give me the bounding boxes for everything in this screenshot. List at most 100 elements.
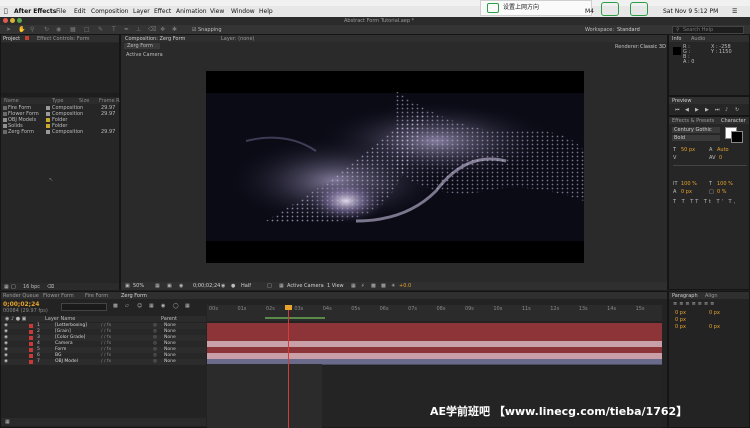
search-help-input[interactable]: ⚲ Search Help: [672, 26, 744, 34]
list-item[interactable]: Zerg Form Composition 29.97: [1, 129, 119, 135]
pen-tool-icon[interactable]: ✎: [98, 26, 103, 33]
brush-tool-icon[interactable]: ✒: [124, 26, 129, 33]
prev-frame-icon[interactable]: ◀: [685, 107, 689, 113]
tab-preview[interactable]: Preview: [672, 98, 691, 104]
horizontal-scale-value[interactable]: 100 %: [717, 181, 733, 187]
pick-whip-icon[interactable]: ◎: [153, 359, 157, 365]
type-tool-icon[interactable]: T: [112, 26, 116, 33]
eraser-tool-icon[interactable]: ⌫: [148, 26, 156, 33]
menu-layer[interactable]: Layer: [133, 8, 150, 15]
comp-viewer[interactable]: [206, 71, 584, 263]
label-color-swatch[interactable]: [29, 324, 33, 328]
tab-audio[interactable]: Audio: [691, 36, 705, 42]
frame-blending-icon[interactable]: ▦: [149, 303, 154, 309]
selection-tool-icon[interactable]: ➤: [6, 26, 11, 33]
indent-left-value[interactable]: 0 px: [675, 310, 686, 316]
exposure-icon[interactable]: ☀: [391, 283, 395, 289]
tab-layer[interactable]: Layer: (none): [221, 36, 255, 42]
menu-edit[interactable]: Edit: [74, 8, 86, 15]
tab-project[interactable]: Project: [3, 36, 20, 42]
label-swatch[interactable]: [46, 130, 50, 134]
close-tab-icon[interactable]: [25, 36, 29, 40]
tab-info[interactable]: Info: [672, 36, 681, 42]
last-frame-icon[interactable]: ⏭: [715, 107, 720, 113]
menu-animation[interactable]: Animation: [176, 8, 207, 15]
menu-app-name[interactable]: After Effects: [14, 8, 56, 15]
faux-styles-row[interactable]: T T TT Tt T' T,: [673, 199, 737, 205]
channel-icon[interactable]: ●: [231, 283, 235, 289]
label-swatch[interactable]: [46, 118, 50, 122]
resolution-select[interactable]: Half: [241, 283, 251, 289]
leading-value[interactable]: Auto: [717, 147, 729, 153]
tracking-value[interactable]: 0: [719, 155, 722, 161]
label-color-swatch[interactable]: [29, 336, 33, 340]
new-folder-icon[interactable]: □: [11, 284, 16, 290]
grid-icon[interactable]: ▣: [167, 283, 172, 289]
playhead-handle-icon[interactable]: [285, 305, 292, 310]
label-swatch[interactable]: [46, 112, 50, 116]
layer-switches-icon[interactable]: ∕ ∕ fx: [101, 359, 111, 365]
baseline-value[interactable]: 0 px: [681, 189, 692, 195]
interpret-footage-icon[interactable]: ▦: [4, 284, 9, 290]
camera-tool-icon[interactable]: ◉: [56, 26, 61, 33]
menu-window[interactable]: Window: [231, 8, 255, 15]
view-select[interactable]: Active Camera: [287, 283, 324, 289]
layer-name[interactable]: OBJ Model: [55, 359, 78, 365]
motion-blur-icon[interactable]: ◉: [161, 303, 165, 309]
tab-render-queue[interactable]: Render Queue: [3, 293, 39, 299]
tab-effects-presets[interactable]: Effects & Presets: [672, 118, 714, 124]
loop-icon[interactable]: ↻: [735, 107, 739, 113]
menu-file[interactable]: File: [56, 8, 66, 15]
tab-composition[interactable]: Composition: Zerg Form: [125, 36, 185, 42]
graph-editor-icon[interactable]: ▦: [185, 303, 190, 309]
transparency-grid-icon[interactable]: ▦: [279, 283, 284, 289]
tab-character[interactable]: Character: [721, 118, 746, 124]
playhead[interactable]: [285, 305, 292, 428]
pan-tool-icon[interactable]: ▦: [70, 26, 76, 33]
tab-zerg-form[interactable]: Zerg Form: [121, 293, 147, 299]
table-row[interactable]: ◉ 7 OBJ Model ∕ ∕ fx ◎ None: [1, 359, 206, 365]
draft-3d-icon[interactable]: ▱: [125, 303, 129, 309]
tab-effect-controls[interactable]: Effect Controls: Form: [37, 36, 90, 42]
visibility-eye-icon[interactable]: ◉: [4, 359, 8, 365]
show-snapshot-icon[interactable]: ◉: [221, 283, 225, 289]
next-frame-icon[interactable]: ▶: [705, 107, 709, 113]
menu-composition[interactable]: Composition: [91, 8, 128, 15]
hand-tool-icon[interactable]: ✋: [18, 26, 25, 33]
font-size-value[interactable]: 50 px: [681, 147, 695, 153]
space-after-value[interactable]: 0 px: [709, 324, 720, 330]
minimize-window-icon[interactable]: [10, 18, 15, 23]
zoom-window-icon[interactable]: [17, 18, 22, 23]
label-color-swatch[interactable]: [29, 330, 33, 334]
snapping-checkbox[interactable]: ☑: [192, 27, 196, 33]
always-preview-icon[interactable]: ▣: [125, 283, 130, 289]
indent-right-value[interactable]: 0 px: [709, 310, 720, 316]
shy-icon[interactable]: ☺: [137, 303, 142, 309]
space-before-value[interactable]: 0 px: [675, 324, 686, 330]
label-color-swatch[interactable]: [29, 360, 33, 364]
layer-name-header[interactable]: Layer Name: [45, 316, 75, 322]
close-window-icon[interactable]: [3, 18, 8, 23]
safe-zones-icon[interactable]: ▦: [155, 283, 160, 289]
toggle-pixel-icon[interactable]: ▦: [351, 283, 356, 289]
menu-help[interactable]: Help: [259, 8, 273, 15]
font-family-select[interactable]: Century Gothic: [672, 127, 720, 133]
snapshot-icon[interactable]: ◉: [179, 283, 183, 289]
timeline-timecode[interactable]: 0;00;02;24: [3, 301, 39, 308]
parent-select[interactable]: None: [164, 359, 176, 365]
first-frame-icon[interactable]: ⏮: [675, 107, 680, 113]
workspace-select[interactable]: Standard: [617, 27, 640, 33]
tab-fire-form[interactable]: Fire Form: [85, 293, 108, 299]
comp-mini-flowchart-icon[interactable]: ▩: [113, 303, 118, 309]
stroke-color-swatch[interactable]: [731, 131, 743, 143]
menu-view[interactable]: View: [210, 8, 224, 15]
puppet-tool-icon[interactable]: ✱: [172, 26, 177, 33]
brainstorm-icon[interactable]: ◯: [173, 303, 179, 309]
toggle-switches-icon[interactable]: ▦: [5, 419, 10, 425]
label-color-swatch[interactable]: [29, 354, 33, 358]
bpc-label[interactable]: 16 bpc: [23, 284, 40, 290]
flowchart-icon[interactable]: ▩: [381, 283, 386, 289]
rotate-tool-icon[interactable]: ↻: [44, 26, 49, 33]
apple-icon[interactable]: : [4, 8, 8, 15]
label-swatch[interactable]: [46, 124, 50, 128]
